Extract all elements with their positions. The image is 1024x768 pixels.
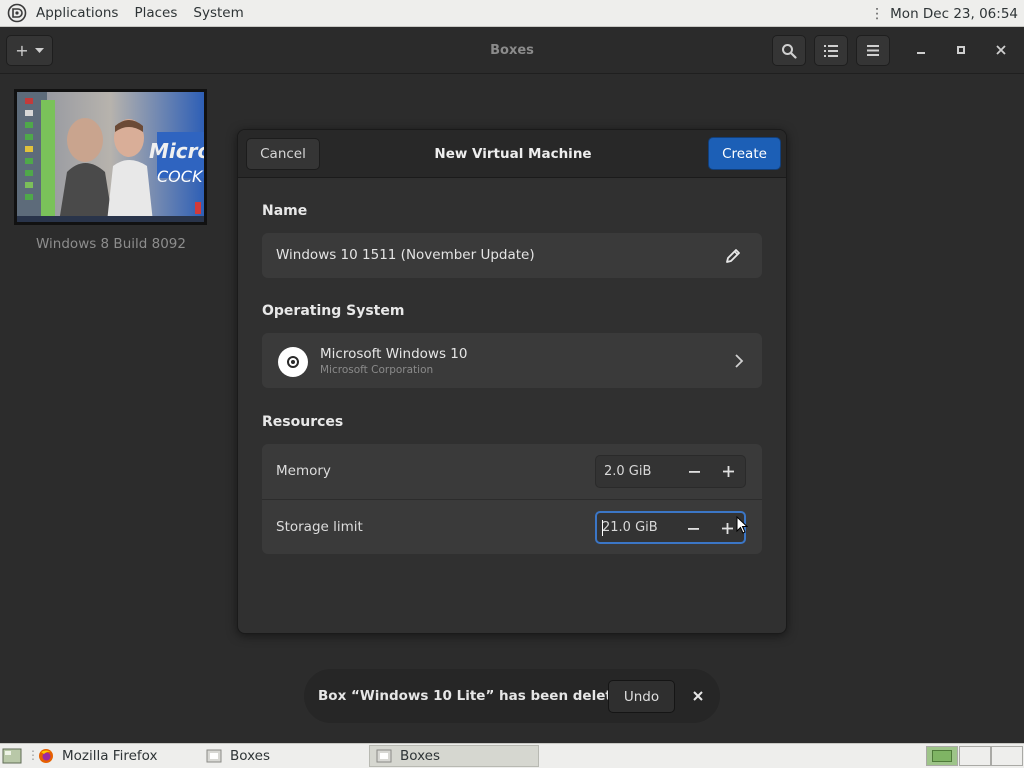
minimize-icon	[917, 52, 925, 54]
memory-spinbutton[interactable]: 2.0 GiB	[595, 455, 746, 488]
vm-thumbnail[interactable]: Micro COCK	[14, 89, 207, 225]
os-vendor: Microsoft Corporation	[320, 364, 434, 376]
menu-applications[interactable]: Applications	[30, 0, 124, 27]
close-icon	[996, 45, 1006, 55]
disc-icon	[278, 347, 308, 377]
memory-increase-button[interactable]	[716, 456, 740, 487]
clock[interactable]: Mon Dec 23, 06:54	[890, 6, 1018, 22]
top-panel: Applications Places System ⋮ Mon Dec 23,…	[0, 0, 1024, 27]
task-boxes[interactable]: Boxes	[200, 745, 368, 767]
close-window-button[interactable]	[989, 38, 1013, 62]
undo-button[interactable]: Undo	[608, 680, 675, 713]
memory-decrease-button[interactable]	[682, 456, 706, 487]
maximize-icon	[957, 46, 965, 54]
firefox-icon	[39, 749, 53, 763]
list-view-button[interactable]	[814, 35, 848, 66]
notification-message: Box “Windows 10 Lite” has been deleted	[318, 688, 631, 704]
resources-list: Memory 2.0 GiB Storage limit 21.0 GiB	[262, 444, 762, 554]
plus-icon	[722, 466, 734, 477]
minus-icon	[687, 527, 699, 530]
bottom-panel: ⋮ Mozilla Firefox Boxes Boxes	[0, 743, 1024, 768]
dialog-header: Cancel New Virtual Machine Create	[238, 130, 786, 178]
new-vm-dialog: Cancel New Virtual Machine Create Name W…	[237, 129, 787, 634]
vm-name-value: Windows 10 1511 (November Update)	[276, 247, 535, 263]
show-desktop-button[interactable]	[2, 747, 22, 765]
panel-separator-icon: ⋮	[870, 5, 885, 22]
resources-section-title: Resources	[262, 414, 344, 430]
name-row[interactable]: Windows 10 1511 (November Update)	[262, 233, 762, 278]
show-desktop-icon	[2, 748, 22, 764]
new-box-button[interactable]: +	[6, 35, 53, 66]
distro-logo-icon[interactable]	[6, 2, 28, 24]
create-button[interactable]: Create	[708, 137, 781, 170]
task-firefox[interactable]: Mozilla Firefox	[32, 745, 200, 767]
os-row[interactable]: Microsoft Windows 10 Microsoft Corporati…	[262, 333, 762, 388]
plus-icon	[721, 523, 733, 534]
cancel-button[interactable]: Cancel	[246, 138, 320, 170]
workspace-2[interactable]	[959, 746, 991, 766]
boxes-app-icon	[376, 749, 392, 763]
chevron-right-icon	[735, 354, 744, 368]
os-name: Microsoft Windows 10	[320, 346, 468, 362]
edit-name-button[interactable]	[722, 245, 744, 267]
task-boxes-active[interactable]: Boxes	[369, 745, 539, 767]
deleted-notification: Box “Windows 10 Lite” has been deleted U…	[304, 669, 720, 723]
os-section-title: Operating System	[262, 303, 405, 319]
storage-value[interactable]: 21.0 GiB	[602, 513, 658, 542]
workspace-1[interactable]	[926, 746, 958, 766]
memory-value[interactable]: 2.0 GiB	[604, 456, 651, 487]
dropdown-arrow-icon	[34, 47, 44, 53]
vm-screenshot-image: Micro COCK	[17, 92, 204, 222]
task-label: Mozilla Firefox	[62, 748, 158, 764]
main-menu-button[interactable]	[856, 35, 890, 66]
close-icon	[693, 691, 703, 701]
menu-places[interactable]: Places	[128, 0, 183, 27]
minimize-button[interactable]	[909, 38, 933, 62]
pencil-icon	[726, 249, 740, 263]
storage-label: Storage limit	[276, 519, 363, 535]
search-button[interactable]	[772, 35, 806, 66]
storage-row: Storage limit 21.0 GiB	[262, 499, 762, 554]
search-icon	[782, 43, 797, 59]
memory-label: Memory	[276, 463, 331, 479]
mouse-pointer-icon	[736, 516, 748, 534]
svg-text:Micro: Micro	[149, 139, 204, 163]
vm-name-label[interactable]: Windows 8 Build 8092	[0, 236, 222, 252]
name-section-title: Name	[262, 203, 308, 219]
memory-row: Memory 2.0 GiB	[262, 444, 762, 499]
storage-spinbutton[interactable]: 21.0 GiB	[595, 511, 746, 544]
dialog-title: New Virtual Machine	[434, 146, 592, 162]
close-notification-button[interactable]	[688, 684, 708, 708]
menu-system[interactable]: System	[187, 0, 249, 27]
svg-text:COCK: COCK	[157, 167, 204, 186]
list-view-icon	[824, 44, 838, 57]
plus-icon: +	[15, 40, 29, 60]
task-label: Boxes	[400, 748, 441, 764]
hamburger-menu-icon	[867, 45, 879, 56]
app-headerbar: + Boxes	[0, 27, 1024, 74]
boxes-app-icon	[206, 749, 222, 763]
maximize-button[interactable]	[949, 38, 973, 62]
workspace-3[interactable]	[991, 746, 1023, 766]
task-label: Boxes	[230, 748, 271, 764]
storage-decrease-button[interactable]	[681, 513, 705, 544]
minus-icon	[688, 470, 700, 473]
